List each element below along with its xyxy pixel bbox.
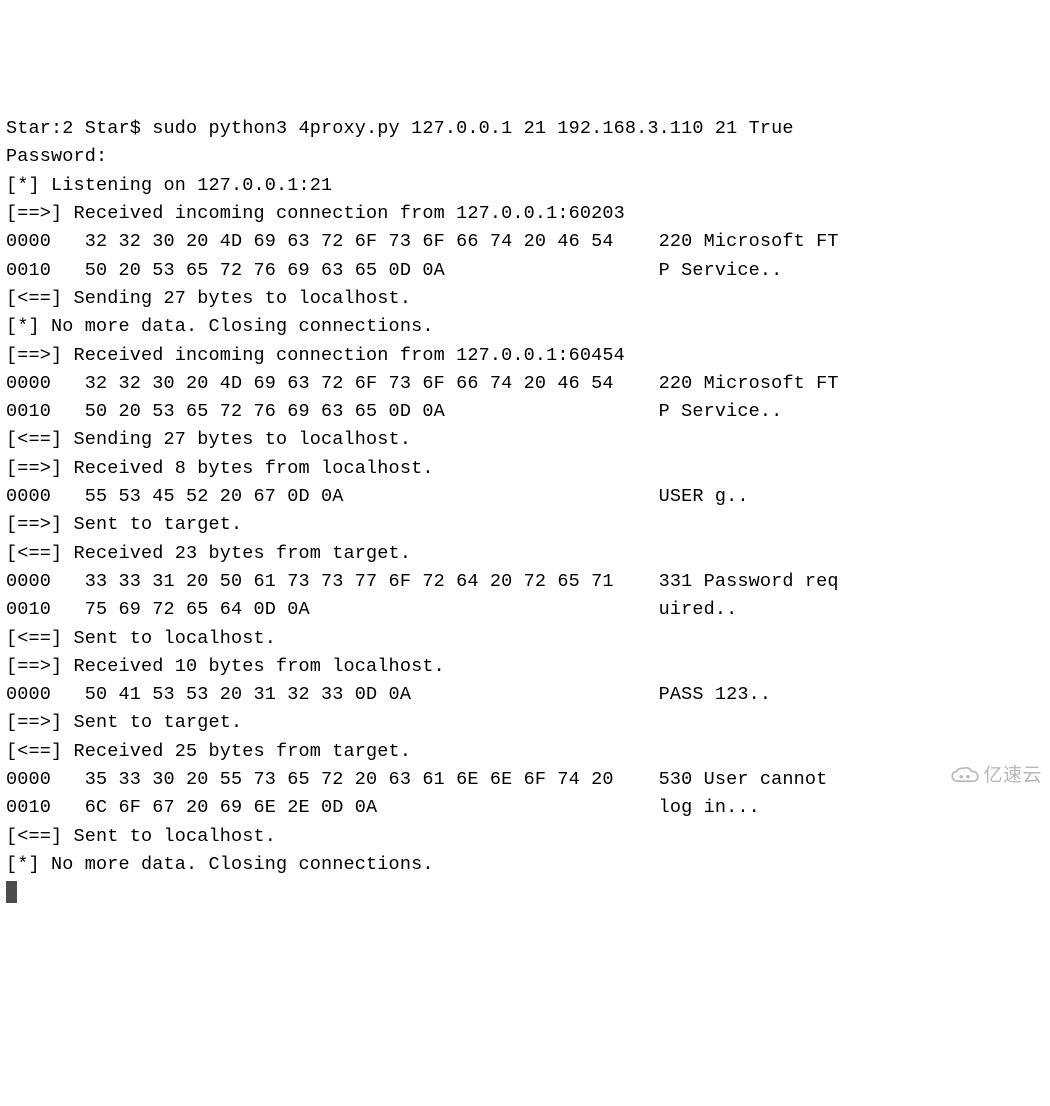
terminal-line: [==>] Received 10 bytes from localhost. <box>6 656 445 677</box>
terminal-line: 0000 32 32 30 20 4D 69 63 72 6F 73 6F 66… <box>6 373 839 394</box>
terminal-line: [==>] Received incoming connection from … <box>6 203 625 224</box>
terminal-line: [*] Listening on 127.0.0.1:21 <box>6 175 332 196</box>
watermark: 亿速云 <box>950 762 1042 790</box>
terminal-line: [<==] Sending 27 bytes to localhost. <box>6 288 411 309</box>
terminal-line: 0010 75 69 72 65 64 0D 0A uired.. <box>6 599 737 620</box>
terminal-line: [*] No more data. Closing connections. <box>6 854 434 875</box>
terminal-line: 0010 50 20 53 65 72 76 69 63 65 0D 0A P … <box>6 260 782 281</box>
cloud-icon <box>950 765 980 787</box>
terminal-line: [<==] Sent to localhost. <box>6 826 276 847</box>
terminal-line: [<==] Received 23 bytes from target. <box>6 543 411 564</box>
terminal-line: 0010 6C 6F 67 20 69 6E 2E 0D 0A log in..… <box>6 797 760 818</box>
watermark-text: 亿速云 <box>983 762 1042 790</box>
terminal-line: 0000 33 33 31 20 50 61 73 73 77 6F 72 64… <box>6 571 839 592</box>
terminal-cursor[interactable] <box>6 881 17 903</box>
terminal-line: [==>] Sent to target. <box>6 712 242 733</box>
terminal-line: [<==] Sent to localhost. <box>6 628 276 649</box>
terminal-line: Password: <box>6 146 107 167</box>
terminal-line: 0000 35 33 30 20 55 73 65 72 20 63 61 6E… <box>6 769 827 790</box>
terminal-line: [==>] Received 8 bytes from localhost. <box>6 458 434 479</box>
terminal-line: 0000 50 41 53 53 20 31 32 33 0D 0A PASS … <box>6 684 771 705</box>
terminal-line: [<==] Received 25 bytes from target. <box>6 741 411 762</box>
terminal-line: [==>] Received incoming connection from … <box>6 345 625 366</box>
terminal-line: 0000 55 53 45 52 20 67 0D 0A USER g.. <box>6 486 749 507</box>
terminal-line: Star:2 Star$ sudo python3 4proxy.py 127.… <box>6 118 794 139</box>
terminal-output[interactable]: Star:2 Star$ sudo python3 4proxy.py 127.… <box>6 115 1044 907</box>
terminal-line: [*] No more data. Closing connections. <box>6 316 434 337</box>
terminal-line: 0000 32 32 30 20 4D 69 63 72 6F 73 6F 66… <box>6 231 839 252</box>
terminal-line: [<==] Sending 27 bytes to localhost. <box>6 429 411 450</box>
terminal-line: [==>] Sent to target. <box>6 514 242 535</box>
terminal-line: 0010 50 20 53 65 72 76 69 63 65 0D 0A P … <box>6 401 782 422</box>
